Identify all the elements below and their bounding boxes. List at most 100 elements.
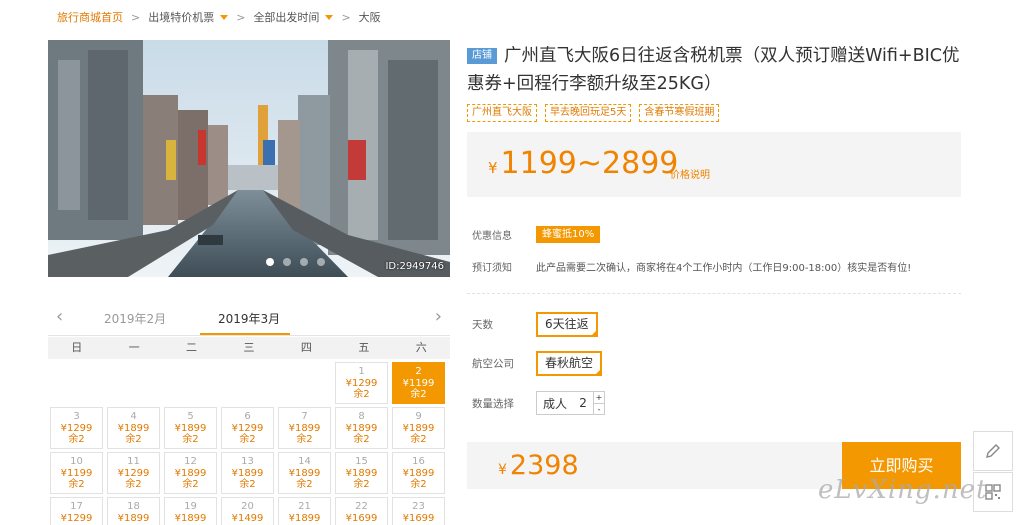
- calendar-day-price: ¥1199: [402, 377, 435, 389]
- weekday-label: 二: [186, 341, 198, 354]
- calendar-day-number: 1: [358, 366, 365, 377]
- product-title-text: 广州直飞大阪6日往返含税机票（双人预订赠送Wifi+BIC优惠券+回程行李额升级…: [467, 46, 960, 94]
- calendar-day-price: ¥1199: [60, 467, 93, 479]
- carousel-dot[interactable]: [317, 258, 325, 266]
- calendar-day-cell[interactable]: 8 ¥1899 余2: [335, 407, 388, 449]
- calendar-day-price: ¥1699: [345, 512, 378, 524]
- calendar-day-cell[interactable]: 13 ¥1899 余2: [221, 452, 274, 494]
- carousel-dot[interactable]: [266, 258, 274, 266]
- calendar-day-price: ¥1899: [174, 467, 207, 479]
- notice-row: 预订须知 此产品需要二次确认，商家将在4个工作小时内（工作日9:00-18:00…: [472, 259, 911, 274]
- calendar-day-cell[interactable]: 1 ¥1299 余2: [335, 362, 388, 404]
- calendar-day-cell[interactable]: 12 ¥1899 余2: [164, 452, 217, 494]
- calendar-day-number: 12: [184, 456, 197, 467]
- calendar-day-remaining: 余2: [353, 479, 370, 490]
- calendar-next-icon[interactable]: ›: [435, 306, 442, 327]
- price-range-value: 1199~2899: [500, 146, 679, 181]
- weekday-label: 六: [415, 341, 427, 354]
- discount-label: 优惠信息: [472, 231, 512, 242]
- price-note-link[interactable]: 价格说明: [670, 166, 710, 181]
- calendar-day-price: ¥1899: [174, 512, 207, 524]
- airline-option-selected[interactable]: 春秋航空: [536, 351, 603, 376]
- calendar-day-number: 5: [187, 411, 194, 422]
- feedback-button[interactable]: [973, 431, 1013, 471]
- carousel-dot[interactable]: [300, 258, 308, 266]
- increment-button[interactable]: +: [594, 392, 604, 403]
- calendar-day-cell: [107, 362, 160, 404]
- product-photo-carousel[interactable]: ID:2949746: [48, 40, 450, 277]
- breadcrumb-item-departure-time[interactable]: 全部出发时间: [253, 9, 334, 25]
- chevron-down-icon: [220, 14, 229, 20]
- calendar-day-cell[interactable]: 16 ¥1899 余2: [392, 452, 445, 494]
- calendar-day-number: 9: [415, 411, 422, 422]
- calendar-day-cell[interactable]: 23 ¥1699: [392, 497, 445, 525]
- calendar-day-number: 17: [70, 501, 83, 512]
- calendar-day-cell[interactable]: 17 ¥1299: [50, 497, 103, 525]
- calendar-day-remaining: 余2: [125, 434, 142, 445]
- calendar-day-cell[interactable]: 15 ¥1899 余2: [335, 452, 388, 494]
- calendar-day-remaining: 余2: [296, 434, 313, 445]
- photo-id-label: ID:2949746: [385, 261, 444, 272]
- calendar-day-price: ¥1899: [402, 467, 435, 479]
- calendar-day-remaining: 余2: [182, 479, 199, 490]
- calendar-day-price: ¥1299: [60, 422, 93, 434]
- calendar-day-cell[interactable]: 14 ¥1899 余2: [278, 452, 331, 494]
- breadcrumb-item-label: 出境特价机票: [148, 11, 215, 24]
- calendar-day-remaining: 余2: [68, 434, 85, 445]
- total-price: ¥2398: [498, 448, 579, 488]
- selected-corner-icon: [594, 368, 603, 376]
- discount-badge: 蜂蜜抵10%: [536, 226, 601, 243]
- breadcrumb-separator-icon: >: [131, 10, 141, 24]
- calendar-day-cell[interactable]: 4 ¥1899 余2: [107, 407, 160, 449]
- days-option-selected[interactable]: 6天往返: [536, 312, 598, 337]
- calendar-day-cell[interactable]: 2 ¥1199 余2: [392, 362, 445, 404]
- breadcrumb-item-cheap-flights[interactable]: 出境特价机票: [148, 9, 229, 25]
- chevron-down-icon: [325, 14, 334, 20]
- calendar-day-price: ¥1899: [288, 422, 321, 434]
- calendar-current-month[interactable]: 2019年3月: [218, 310, 280, 327]
- calendar-day-cell[interactable]: 20 ¥1499: [221, 497, 274, 525]
- calendar-prev-month[interactable]: 2019年2月: [104, 310, 166, 327]
- calendar-day-price: ¥1499: [231, 512, 264, 524]
- quantity-label: 数量选择: [472, 397, 514, 410]
- calendar-day-cell[interactable]: 22 ¥1699: [335, 497, 388, 525]
- calendar-prev-icon[interactable]: ‹: [56, 306, 63, 327]
- quantity-row: 数量选择 成人 2 + -: [472, 391, 606, 415]
- calendar-day-remaining: 余2: [68, 479, 85, 490]
- calendar-day-number: 21: [298, 501, 311, 512]
- calendar-day-number: 18: [127, 501, 140, 512]
- calendar-day-number: 8: [358, 411, 365, 422]
- calendar-day-cell[interactable]: 21 ¥1899: [278, 497, 331, 525]
- quantity-value[interactable]: 2: [573, 396, 593, 410]
- calendar-day-remaining: 余2: [353, 434, 370, 445]
- product-tag: 含春节寒假班期: [639, 104, 720, 122]
- calendar-day-cell[interactable]: 10 ¥1199 余2: [50, 452, 103, 494]
- calendar-day-cell[interactable]: 7 ¥1899 余2: [278, 407, 331, 449]
- product-tag: 广州直飞大阪: [467, 104, 537, 122]
- carousel-dot[interactable]: [283, 258, 291, 266]
- calendar-day-cell[interactable]: 19 ¥1899: [164, 497, 217, 525]
- weekday-label: 四: [300, 341, 312, 354]
- discount-row: 优惠信息 蜂蜜抵10%: [472, 226, 601, 243]
- decrement-button[interactable]: -: [594, 403, 605, 414]
- store-tag: 店铺: [467, 48, 497, 64]
- calendar-day-cell[interactable]: 18 ¥1899: [107, 497, 160, 525]
- calendar-day-cell[interactable]: 9 ¥1899 余2: [392, 407, 445, 449]
- calendar-day-remaining: 余2: [239, 434, 256, 445]
- calendar-day-price: ¥1899: [402, 422, 435, 434]
- calendar-day-cell[interactable]: 5 ¥1899 余2: [164, 407, 217, 449]
- calendar-day-remaining: 余2: [410, 389, 427, 400]
- calendar-day-price: ¥1699: [402, 512, 435, 524]
- breadcrumb-home-link[interactable]: 旅行商城首页: [57, 9, 123, 25]
- calendar-day-cell[interactable]: 6 ¥1299 余2: [221, 407, 274, 449]
- breadcrumb-item-destination[interactable]: 大阪: [359, 9, 381, 25]
- calendar-day-cell[interactable]: 3 ¥1299 余2: [50, 407, 103, 449]
- airline-option-text: 春秋航空: [545, 356, 594, 370]
- calendar-day-price: ¥1899: [345, 422, 378, 434]
- calendar-day-cell: [50, 362, 103, 404]
- osaka-canal-photo: [48, 40, 450, 277]
- calendar-day-cell[interactable]: 11 ¥1299 余2: [107, 452, 160, 494]
- quantity-type: 成人: [543, 396, 568, 411]
- weekday-label: 三: [243, 341, 255, 354]
- watermark-logo: eLvXing.net: [818, 475, 988, 505]
